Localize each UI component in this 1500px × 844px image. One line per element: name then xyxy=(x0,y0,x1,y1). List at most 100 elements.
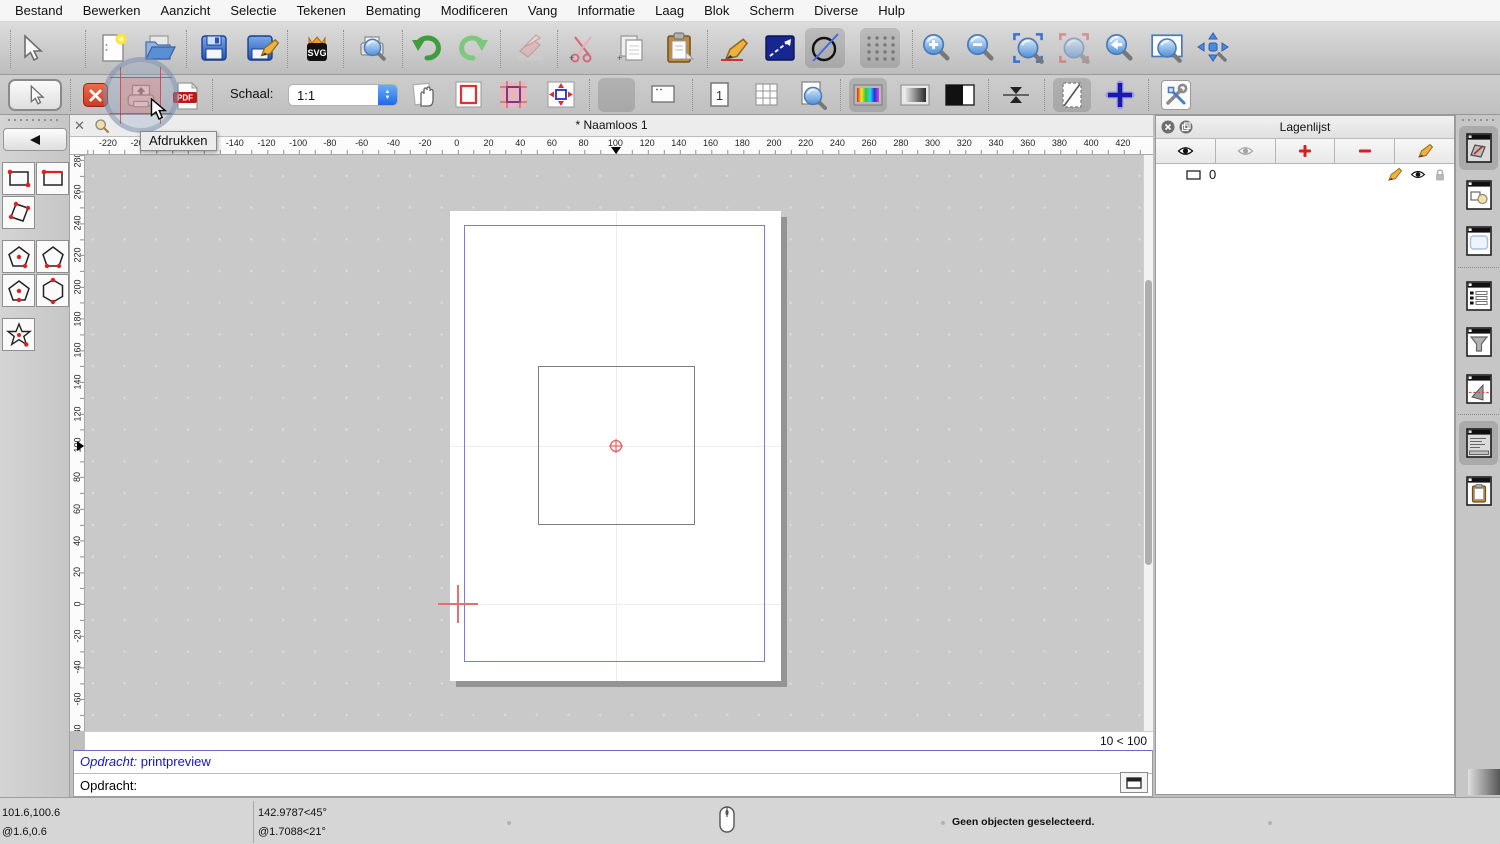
status-bar: 101.6,100.6 @1.6,0.6 142.9787<45° @1.708… xyxy=(0,797,1500,844)
paste-icon[interactable] xyxy=(659,28,699,68)
layer-lock-icon[interactable] xyxy=(1434,168,1446,182)
menu-item[interactable]: Bewerken xyxy=(73,3,151,18)
layer-edit-icon[interactable] xyxy=(1387,167,1402,182)
zoom-selection-icon[interactable] xyxy=(1054,28,1094,68)
palette-drag-handle[interactable] xyxy=(8,119,60,121)
pan-view-icon[interactable] xyxy=(1193,28,1233,68)
show-all-button[interactable] xyxy=(1156,139,1216,163)
menu-item[interactable]: Diverse xyxy=(804,3,868,18)
frame-palette-icon[interactable] xyxy=(1456,218,1500,264)
menu-item[interactable]: Modificeren xyxy=(431,3,518,18)
menu-item[interactable]: Hulp xyxy=(868,3,915,18)
menu-item[interactable]: Tekenen xyxy=(287,3,356,18)
zoom-window-icon[interactable] xyxy=(1147,28,1187,68)
zoom-in-icon[interactable] xyxy=(917,28,957,68)
remove-layer-button[interactable] xyxy=(1335,139,1396,163)
landscape-page-button[interactable] xyxy=(648,82,678,108)
command-input-row[interactable]: Opdracht: xyxy=(74,774,1152,798)
star-tool[interactable] xyxy=(2,318,35,351)
grayscale-mode-button[interactable] xyxy=(900,84,930,106)
print-preview-icon[interactable] xyxy=(352,28,392,68)
properties-palette-icon[interactable] xyxy=(1456,172,1500,218)
stepper-icon[interactable]: ▲ ▼ xyxy=(378,85,397,105)
add-layer-button[interactable] xyxy=(1275,139,1336,163)
single-page-button[interactable]: 1 xyxy=(706,81,732,109)
polygon-edge-tool[interactable] xyxy=(36,240,69,273)
scrollbar-thumb[interactable] xyxy=(1145,280,1152,565)
snap-grid-icon[interactable] xyxy=(860,28,900,68)
zoom-previous-icon[interactable] xyxy=(1100,28,1140,68)
export-svg-icon[interactable]: SVG xyxy=(297,28,337,68)
cut-icon[interactable]: + xyxy=(563,28,603,68)
vertical-scrollbar[interactable] xyxy=(1143,155,1153,731)
rotated-rectangle-tool[interactable] xyxy=(2,196,35,229)
menu-item[interactable]: Bestand xyxy=(5,3,73,18)
selection-tool-icon[interactable] xyxy=(10,28,50,68)
console-window-button[interactable] xyxy=(1120,772,1148,793)
extrude-palette-icon[interactable] xyxy=(1456,366,1500,412)
rectangle-width-tool[interactable] xyxy=(36,162,69,195)
zoom-page-button[interactable] xyxy=(797,80,827,110)
rectangle-2-corners-tool[interactable] xyxy=(2,162,35,195)
separator xyxy=(85,30,86,68)
draft-mode-button[interactable] xyxy=(1053,78,1091,112)
close-preview-button[interactable] xyxy=(83,83,108,107)
filter-palette-icon[interactable] xyxy=(1456,319,1500,365)
polygon-center-edge-tool[interactable] xyxy=(2,274,35,307)
redo-icon[interactable] xyxy=(453,28,493,68)
zoom-out-icon[interactable] xyxy=(961,28,1001,68)
drawing-canvas[interactable] xyxy=(85,155,1143,731)
freehand-pen-icon[interactable] xyxy=(713,28,753,68)
command-palette-icon[interactable] xyxy=(1456,420,1500,466)
preferences-button[interactable] xyxy=(1161,80,1191,110)
save-as-icon[interactable] xyxy=(242,28,282,68)
menu-item[interactable]: Informatie xyxy=(567,3,645,18)
copy-icon[interactable]: + xyxy=(611,28,651,68)
circle-line-icon[interactable] xyxy=(805,28,845,68)
menu-item[interactable]: Vang xyxy=(518,3,567,18)
new-document-icon[interactable] xyxy=(93,28,133,68)
clipboard-palette-icon[interactable] xyxy=(1456,468,1500,514)
scale-dropdown[interactable]: 1:1 ▲ ▼ xyxy=(288,84,398,106)
strip-drag-handle[interactable] xyxy=(1462,119,1495,121)
pan-hand-button[interactable] xyxy=(410,80,440,110)
color-mode-button[interactable] xyxy=(849,78,887,112)
bw-mode-button[interactable] xyxy=(945,84,975,106)
export-pdf-button[interactable]: PDF xyxy=(170,80,202,112)
hide-all-button[interactable] xyxy=(1215,139,1276,163)
ruler-label: 0 xyxy=(454,138,460,148)
line-style-icon[interactable] xyxy=(760,28,800,68)
hexagon-tool[interactable] xyxy=(36,274,69,307)
print-area-button[interactable] xyxy=(500,81,527,108)
back-button[interactable] xyxy=(3,128,67,151)
strip-separator xyxy=(1458,267,1499,268)
list-palette-icon[interactable] xyxy=(1456,273,1500,319)
layer-visible-icon[interactable] xyxy=(1410,169,1426,180)
menu-item[interactable]: Scherm xyxy=(739,3,804,18)
eraser-icon[interactable] xyxy=(510,28,550,68)
open-file-icon[interactable] xyxy=(140,28,180,68)
selection-status: Geen objecten geselecteerd. xyxy=(952,816,1095,828)
portrait-page-button[interactable] xyxy=(598,78,635,112)
command-console[interactable]: Opdracht: printpreview Opdracht: xyxy=(73,750,1153,797)
layers-palette-icon[interactable] xyxy=(1456,125,1500,171)
menu-item[interactable]: Blok xyxy=(694,3,739,18)
flatten-button[interactable] xyxy=(1001,81,1031,109)
multi-page-button[interactable] xyxy=(753,81,780,108)
save-icon[interactable] xyxy=(194,28,234,68)
menu-item[interactable]: Bemating xyxy=(356,3,431,18)
undo-icon[interactable] xyxy=(407,28,447,68)
menu-item[interactable]: Laag xyxy=(645,3,694,18)
edit-layer-button[interactable] xyxy=(1395,139,1454,163)
menu-item[interactable]: Selectie xyxy=(220,3,286,18)
zoom-extents-icon[interactable] xyxy=(1008,28,1048,68)
fit-page-button[interactable] xyxy=(547,81,575,108)
resize-grip[interactable] xyxy=(1468,769,1500,795)
panel-header[interactable]: Lagenlijst xyxy=(1156,116,1454,139)
add-button[interactable] xyxy=(1105,80,1135,110)
polygon-center-vertex-tool[interactable] xyxy=(2,240,35,273)
menu-item[interactable]: Aanzicht xyxy=(151,3,221,18)
page-outline-button[interactable] xyxy=(455,81,482,108)
active-tool-arrow[interactable] xyxy=(8,79,62,111)
layer-row[interactable]: 0 xyxy=(1156,164,1454,185)
